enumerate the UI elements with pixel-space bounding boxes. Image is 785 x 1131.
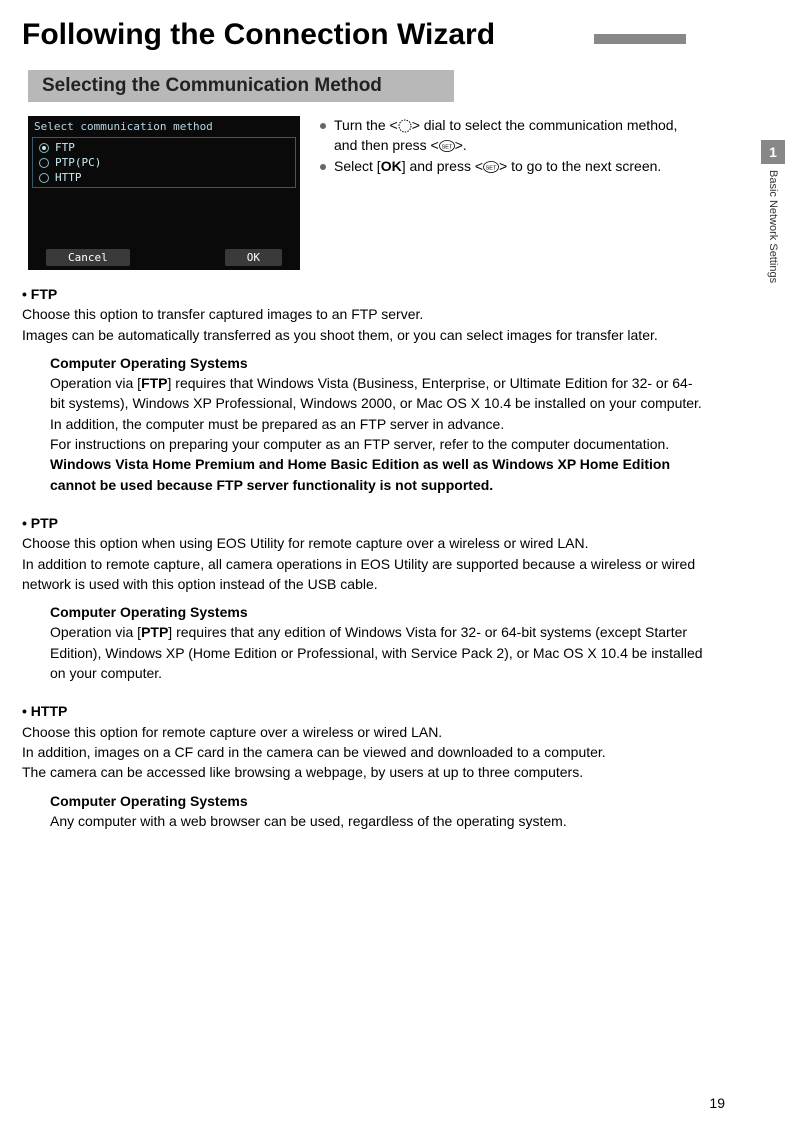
http-description: In addition, images on a CF card in the …	[22, 742, 705, 762]
http-description: The camera can be accessed like browsing…	[22, 762, 705, 782]
menu-option-ftp: FTP	[33, 140, 295, 155]
bold-note: Windows Vista Home Premium and Home Basi…	[50, 456, 670, 492]
menu-option-ptp: PTP(PC)	[33, 155, 295, 170]
bullet-icon	[320, 123, 326, 129]
title-decoration-bar	[594, 34, 686, 44]
main-content: • FTP Choose this option to transfer cap…	[22, 284, 785, 831]
svg-text:SET: SET	[441, 144, 452, 150]
instruction-list: Turn the <> dial to select the communica…	[320, 116, 785, 270]
radio-icon	[39, 158, 49, 168]
page-title: Following the Connection Wizard	[0, 0, 785, 52]
radio-selected-icon	[39, 143, 49, 153]
ptp-description: Choose this option when using EOS Utilit…	[22, 533, 705, 553]
os-subheading: Computer Operating Systems	[50, 791, 705, 811]
text: Select [	[334, 158, 381, 174]
ftp-description: Choose this option to transfer captured …	[22, 304, 705, 324]
bullet-icon	[320, 164, 326, 170]
ftp-os-note: Windows Vista Home Premium and Home Basi…	[50, 454, 705, 495]
os-subheading: Computer Operating Systems	[50, 353, 705, 373]
page-number: 19	[709, 1095, 725, 1111]
ptp-heading: • PTP	[22, 513, 705, 533]
section-header: Selecting the Communication Method	[28, 70, 454, 102]
set-button-icon: SET	[483, 161, 499, 173]
option-label: HTTP	[55, 171, 82, 184]
text: Turn the <	[334, 117, 398, 133]
instruction-text: Select [OK] and press <SET> to go to the…	[334, 157, 661, 177]
text: > to go to the next screen.	[499, 158, 661, 174]
ftp-os-text: For instructions on preparing your compu…	[50, 434, 705, 454]
ptp-description: In addition to remote capture, all camer…	[22, 554, 705, 595]
chapter-side-tab: 1 Basic Network Settings	[761, 140, 785, 360]
ftp-heading: • FTP	[22, 284, 705, 304]
http-description: Choose this option for remote capture ov…	[22, 722, 705, 742]
radio-icon	[39, 173, 49, 183]
ok-button: OK	[225, 249, 282, 266]
ptp-bold: PTP	[141, 624, 168, 640]
text: ] and press <	[402, 158, 483, 174]
ptp-os-text: Operation via [PTP] requires that any ed…	[50, 622, 705, 683]
os-subheading: Computer Operating Systems	[50, 602, 705, 622]
option-label: PTP(PC)	[55, 156, 101, 169]
set-button-icon: SET	[439, 140, 455, 152]
menu-option-http: HTTP	[33, 170, 295, 185]
http-heading: • HTTP	[22, 701, 705, 721]
ok-label: OK	[381, 158, 402, 174]
menu-title: Select communication method	[28, 116, 300, 137]
camera-menu-screenshot: Select communication method FTP PTP(PC) …	[28, 116, 300, 270]
chapter-label: Basic Network Settings	[767, 170, 779, 283]
chapter-number: 1	[761, 140, 785, 164]
ftp-description: Images can be automatically transferred …	[22, 325, 705, 345]
ftp-bold: FTP	[141, 375, 167, 391]
text: Operation via [	[50, 375, 141, 391]
svg-text:SET: SET	[486, 166, 497, 172]
text: >.	[455, 137, 467, 153]
instruction-text: Turn the <> dial to select the communica…	[334, 116, 703, 155]
http-os-text: Any computer with a web browser can be u…	[50, 811, 705, 831]
cancel-button: Cancel	[46, 249, 130, 266]
dial-icon	[398, 119, 412, 133]
ftp-os-text: Operation via [FTP] requires that Window…	[50, 373, 705, 434]
option-label: FTP	[55, 141, 75, 154]
text: Operation via [	[50, 624, 141, 640]
